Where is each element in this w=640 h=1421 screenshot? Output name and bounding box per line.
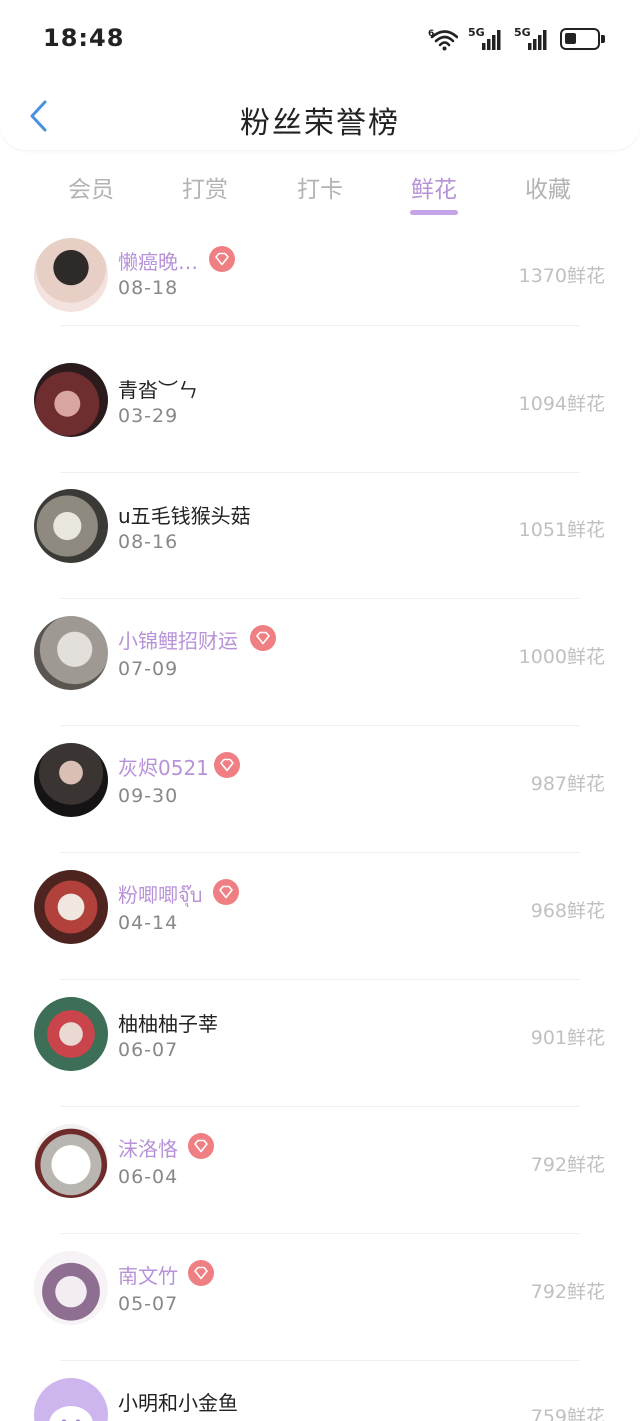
tab-flowers[interactable]: 鲜花 [384, 170, 484, 204]
diamond-badge-icon [214, 752, 240, 778]
list-item[interactable]: 粉唧唧จุ๊บ 04-14 968鲜花 [0, 854, 640, 980]
list-item[interactable]: 柚柚柚子莘 06-07 901鲜花 [0, 981, 640, 1107]
divider [60, 979, 580, 980]
fan-date: 03-29 [118, 405, 179, 427]
signal-bars-icon [528, 30, 547, 50]
avatar[interactable] [34, 363, 108, 437]
fan-name: 粉唧唧จุ๊บ [118, 883, 203, 907]
divider [60, 1233, 580, 1234]
list-item[interactable]: 小锦鲤招财运 07-09 1000鲜花 [0, 600, 640, 726]
flower-count: 1094鲜花 [518, 393, 605, 415]
avatar[interactable] [34, 616, 108, 690]
flower-count: 987鲜花 [530, 773, 605, 795]
avatar[interactable] [34, 1378, 108, 1421]
fan-name: u五毛钱猴头菇 [118, 504, 251, 528]
fan-ranking-list: 懒癌晚… 08-18 1370鲜花 青沓︶ㄣ 03-29 1094鲜花 u五毛钱… [0, 210, 640, 1421]
avatar[interactable] [34, 743, 108, 817]
fan-name: 懒癌晚… [118, 250, 198, 274]
app-header: 18:48 6 5G 5G 粉丝荣誉榜 [0, 0, 640, 150]
avatar[interactable] [34, 489, 108, 563]
fan-name: 小明和小金鱼 [118, 1391, 238, 1415]
diamond-badge-icon [250, 625, 276, 651]
flower-count: 968鲜花 [530, 900, 605, 922]
avatar[interactable] [34, 1251, 108, 1325]
battery-icon [560, 28, 605, 50]
avatar[interactable] [34, 997, 108, 1071]
status-icons: 6 5G 5G [428, 24, 605, 54]
flower-count: 1051鲜花 [518, 519, 605, 541]
avatar[interactable] [34, 238, 108, 312]
divider [60, 1360, 580, 1361]
flower-count: 792鲜花 [530, 1281, 605, 1303]
list-item[interactable]: 青沓︶ㄣ 03-29 1094鲜花 [0, 347, 640, 473]
diamond-badge-icon [188, 1133, 214, 1159]
nav-bar: 粉丝荣誉榜 [0, 88, 640, 144]
fan-date: 06-04 [118, 1166, 179, 1188]
fan-date: 08-18 [118, 277, 179, 299]
flower-count: 792鲜花 [530, 1154, 605, 1176]
tab-reward[interactable]: 打赏 [155, 170, 255, 204]
fan-date: 06-07 [118, 1039, 179, 1061]
flower-count: 759鲜花 [530, 1406, 605, 1421]
diamond-badge-icon [209, 246, 235, 272]
divider [60, 725, 580, 726]
wifi-icon: 6 [428, 29, 458, 51]
page-title: 粉丝荣誉榜 [240, 106, 400, 141]
cellular-signal-1: 5G [468, 26, 504, 52]
fan-name: 小锦鲤招财运 [118, 629, 238, 653]
flower-count: 1370鲜花 [518, 265, 605, 287]
fan-date: 08-16 [118, 531, 179, 553]
fan-date: 04-14 [118, 912, 179, 934]
tab-member[interactable]: 会员 [41, 170, 141, 204]
divider [60, 852, 580, 853]
diamond-badge-icon [188, 1260, 214, 1286]
divider [60, 325, 580, 326]
default-avatar-icon [49, 1406, 93, 1421]
list-item[interactable]: 灰烬0521 09-30 987鲜花 [0, 727, 640, 853]
divider [60, 1106, 580, 1107]
fan-name: 柚柚柚子莘 [118, 1012, 218, 1036]
fan-date: 05-07 [118, 1293, 179, 1315]
flower-count: 901鲜花 [530, 1027, 605, 1049]
tab-checkin[interactable]: 打卡 [270, 170, 370, 204]
status-time: 18:48 [43, 24, 125, 52]
flower-count: 1000鲜花 [518, 646, 605, 668]
status-bar: 18:48 6 5G 5G [0, 0, 640, 80]
list-item[interactable]: 沫洛恪 06-04 792鲜花 [0, 1108, 640, 1234]
cellular-signal-2: 5G [514, 26, 550, 52]
tab-favorites[interactable]: 收藏 [498, 170, 598, 204]
signal-bars-icon [482, 30, 501, 50]
fan-date: 09-30 [118, 785, 179, 807]
list-item[interactable]: 懒癌晚… 08-18 1370鲜花 [0, 210, 640, 326]
fan-date: 07-09 [118, 658, 179, 680]
diamond-badge-icon [213, 879, 239, 905]
fan-name: 沫洛恪 [118, 1137, 178, 1161]
fan-name: 南文竹 [118, 1264, 178, 1288]
avatar[interactable] [34, 870, 108, 944]
fan-name: 灰烬0521 [118, 756, 209, 780]
list-item[interactable]: u五毛钱猴头菇 08-16 1051鲜花 [0, 473, 640, 599]
list-item[interactable]: 南文竹 05-07 792鲜花 [0, 1235, 640, 1361]
fan-name: 青沓︶ㄣ [118, 378, 198, 402]
avatar[interactable] [34, 1124, 108, 1198]
list-item[interactable]: 小明和小金鱼 759鲜花 [0, 1362, 640, 1421]
divider [60, 598, 580, 599]
